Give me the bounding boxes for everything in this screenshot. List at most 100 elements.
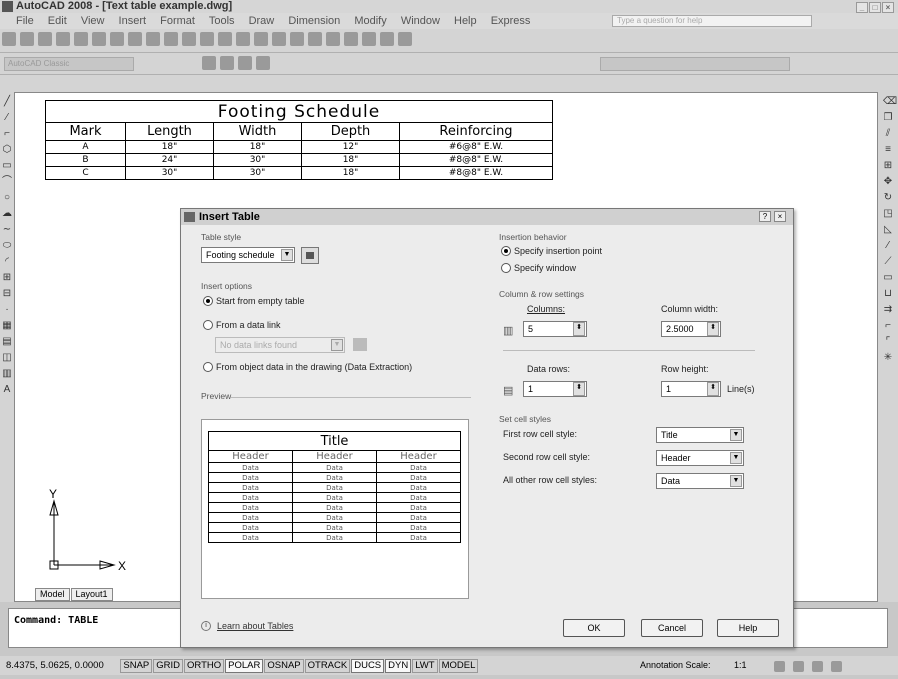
region-icon[interactable]: ◫ <box>2 352 12 364</box>
spline-icon[interactable]: ∼ <box>2 224 12 236</box>
print-icon[interactable] <box>56 32 70 46</box>
zoom-previous-icon[interactable] <box>272 32 286 46</box>
model-toggle[interactable]: MODEL <box>438 659 479 673</box>
markup-icon[interactable] <box>362 32 376 46</box>
redo-icon[interactable] <box>200 32 214 46</box>
spinner-icon[interactable]: ⬍ <box>573 322 585 336</box>
design-center-icon[interactable] <box>308 32 322 46</box>
workspace-dropdown[interactable]: AutoCAD Classic <box>4 57 134 71</box>
data-link-manager-icon[interactable] <box>353 338 367 351</box>
ducs-toggle[interactable]: DUCS <box>351 659 385 673</box>
menu-insert[interactable]: Insert <box>119 15 147 27</box>
data-link-select[interactable]: No data links found ▼ <box>215 337 345 353</box>
help-icon[interactable] <box>398 32 412 46</box>
tool-palettes-icon[interactable] <box>326 32 340 46</box>
help-search-input[interactable]: Type a question for help <box>612 15 812 27</box>
paste-icon[interactable] <box>146 32 160 46</box>
chamfer-icon[interactable]: ⌐ <box>883 320 893 332</box>
insertion-window-radio[interactable]: Specify window <box>501 263 576 273</box>
otrack-toggle[interactable]: OTRACK <box>304 659 351 673</box>
save-icon[interactable] <box>38 32 52 46</box>
polyline-icon[interactable]: ⌐ <box>2 128 12 140</box>
pan-icon[interactable] <box>218 32 232 46</box>
zoom-window-icon[interactable] <box>254 32 268 46</box>
multiline-text-icon[interactable]: A <box>2 384 12 396</box>
break-icon[interactable]: ▭ <box>883 272 893 284</box>
auto-scale-icon[interactable] <box>793 661 804 672</box>
menu-help[interactable]: Help <box>454 15 477 27</box>
menu-modify[interactable]: Modify <box>354 15 386 27</box>
polygon-icon[interactable]: ⬡ <box>2 144 12 156</box>
spinner-icon[interactable]: ⬍ <box>573 382 585 396</box>
learn-about-tables-link[interactable]: Learn about Tables <box>217 621 293 631</box>
trim-icon[interactable]: ⁄ <box>883 240 893 252</box>
move-icon[interactable]: ✥ <box>883 176 893 188</box>
arc-icon[interactable]: ⌒ <box>2 176 12 188</box>
lwt-toggle[interactable]: LWT <box>412 659 438 673</box>
layer-icon[interactable] <box>220 56 234 70</box>
layer-previous-icon[interactable] <box>256 56 270 70</box>
mirror-icon[interactable]: ⫽ <box>883 128 893 140</box>
other-rows-style-select[interactable]: Data ▼ <box>656 473 744 489</box>
table-style-dialog-button[interactable] <box>301 247 319 264</box>
rectangle-icon[interactable]: ▭ <box>2 160 12 172</box>
first-row-style-select[interactable]: Title ▼ <box>656 427 744 443</box>
tab-model[interactable]: Model <box>35 588 70 601</box>
stretch-icon[interactable]: ◺ <box>883 224 893 236</box>
zoom-icon[interactable] <box>236 32 250 46</box>
dialog-close-icon[interactable]: × <box>774 211 786 222</box>
menu-window[interactable]: Window <box>401 15 440 27</box>
cut-icon[interactable] <box>110 32 124 46</box>
revision-cloud-icon[interactable]: ☁ <box>2 208 12 220</box>
erase-icon[interactable]: ⌫ <box>883 96 897 108</box>
column-width-spinner[interactable]: 2.5000 ⬍ <box>661 321 721 337</box>
object-data-radio[interactable]: From object data in the drawing (Data Ex… <box>203 362 412 372</box>
gradient-icon[interactable]: ▤ <box>2 336 12 348</box>
open-icon[interactable] <box>20 32 34 46</box>
sheet-set-icon[interactable] <box>344 32 358 46</box>
rotate-icon[interactable]: ↻ <box>883 192 893 204</box>
circle-icon[interactable]: ○ <box>2 192 12 204</box>
ellipse-arc-icon[interactable]: ◜ <box>2 256 12 268</box>
snap-toggle[interactable]: SNAP <box>120 659 153 673</box>
footing-schedule-table[interactable]: Footing Schedule Mark Length Width Depth… <box>45 100 553 180</box>
menu-express[interactable]: Express <box>491 15 531 27</box>
preview-icon[interactable] <box>74 32 88 46</box>
annotation-scale-value[interactable]: 1:1 <box>734 656 747 675</box>
polar-toggle[interactable]: POLAR <box>225 659 264 673</box>
second-row-style-select[interactable]: Header ▼ <box>656 450 744 466</box>
calculator-icon[interactable] <box>380 32 394 46</box>
line-icon[interactable]: ╱ <box>2 96 12 108</box>
columns-spinner[interactable]: 5 ⬍ <box>523 321 587 337</box>
insertion-point-radio[interactable]: Specify insertion point <box>501 246 602 256</box>
lock-icon[interactable] <box>812 661 823 672</box>
menu-draw[interactable]: Draw <box>249 15 275 27</box>
table-style-select[interactable]: Footing schedule ▼ <box>201 247 295 263</box>
hatch-icon[interactable]: ▦ <box>2 320 12 332</box>
publish-icon[interactable] <box>92 32 106 46</box>
tab-layout1[interactable]: Layout1 <box>70 588 113 601</box>
help-button[interactable]: Help <box>717 619 779 637</box>
break-at-point-icon[interactable]: ⊔ <box>883 288 893 300</box>
ellipse-icon[interactable]: ⬭ <box>2 240 12 252</box>
new-icon[interactable] <box>2 32 16 46</box>
clean-screen-icon[interactable] <box>831 661 842 672</box>
restore-icon[interactable]: □ <box>869 2 881 13</box>
menu-dimension[interactable]: Dimension <box>288 15 340 27</box>
annotation-visibility-icon[interactable] <box>774 661 785 672</box>
table-icon[interactable]: ▥ <box>2 368 12 380</box>
point-icon[interactable]: · <box>2 304 12 316</box>
copy-object-icon[interactable]: ❐ <box>883 112 893 124</box>
dialog-help-icon[interactable]: ? <box>759 211 771 222</box>
dyn-toggle[interactable]: DYN <box>385 659 412 673</box>
undo-icon[interactable] <box>182 32 196 46</box>
explode-icon[interactable]: ✳ <box>883 352 893 364</box>
osnap-toggle[interactable]: OSNAP <box>264 659 304 673</box>
extend-icon[interactable]: ⟋ <box>883 256 893 268</box>
scale-icon[interactable]: ◳ <box>883 208 893 220</box>
row-height-spinner[interactable]: 1 ⬍ <box>661 381 721 397</box>
start-empty-radio[interactable]: Start from empty table <box>203 296 305 306</box>
array-icon[interactable]: ⊞ <box>883 160 893 172</box>
match-properties-icon[interactable] <box>164 32 178 46</box>
spinner-icon[interactable]: ⬍ <box>707 322 719 336</box>
